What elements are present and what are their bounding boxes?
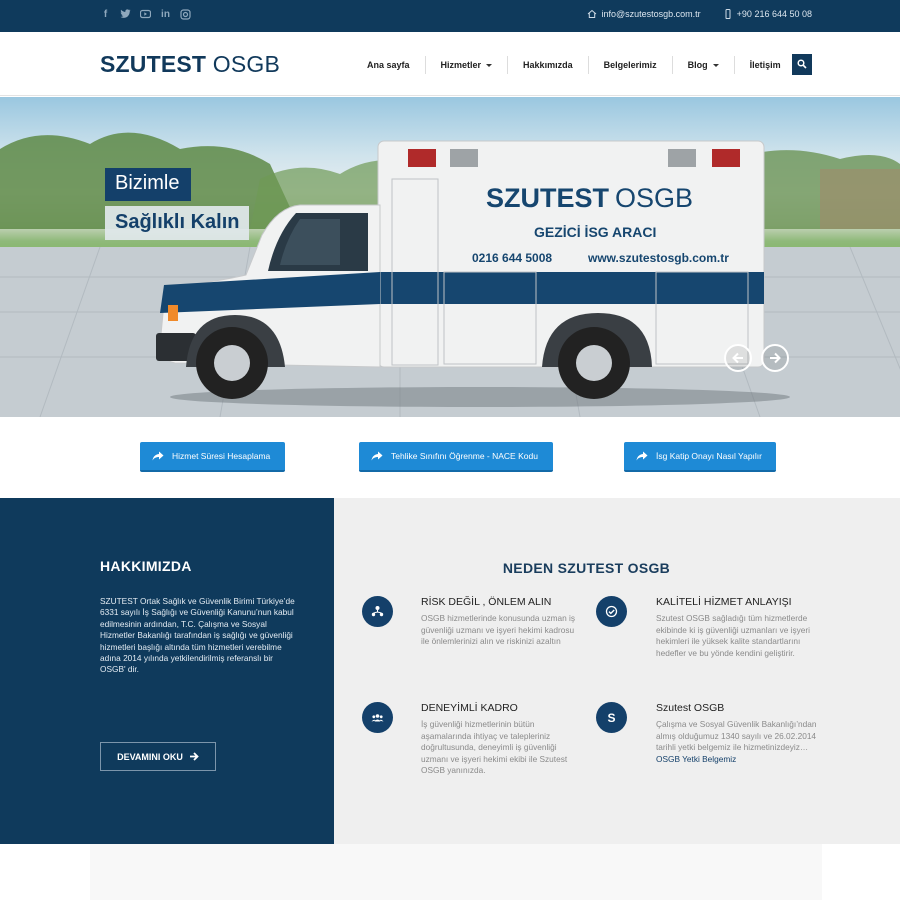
facebook-icon[interactable]: f <box>100 9 111 21</box>
twitter-icon[interactable] <box>120 9 131 21</box>
logo-light: OSGB <box>212 51 281 77</box>
arrow-right-icon <box>770 352 781 364</box>
feature-title: DENEYİMLİ KADRO <box>421 702 518 714</box>
email-text: info@szutestosgb.com.tr <box>601 9 701 19</box>
cta-service-duration-button[interactable]: Hizmet Süresi Hesaplama <box>140 442 285 472</box>
nav-label: İletişim <box>749 60 781 70</box>
authorization-doc-link[interactable]: OSGB Yetki Belgemiz <box>656 754 818 764</box>
feature-title: RİSK DEĞİL , ÖNLEM ALIN <box>421 596 552 608</box>
instagram-icon[interactable] <box>180 9 191 21</box>
feature-title: Szutest OSGB <box>656 702 725 714</box>
feature-text: Çalışma ve Sosyal Güvenlik Bakanlığı’nda… <box>656 719 817 753</box>
vehicle-subtitle: GEZİCİ İSG ARACI <box>534 224 656 240</box>
chevron-down-icon <box>486 64 493 68</box>
badge-check-icon <box>596 596 627 627</box>
arrow-right-icon <box>189 752 199 761</box>
nav-label: Hakkımızda <box>523 60 573 70</box>
youtube-icon[interactable] <box>139 9 152 21</box>
bottom-section <box>90 844 822 900</box>
feature-text: Szutest OSGB sağladığı tüm hizmetlerde e… <box>656 613 811 658</box>
cta-isg-katip-button[interactable]: İsg Katip Onayı Nasıl Yapılır <box>624 442 776 472</box>
nav-label: Ana sayfa <box>367 60 410 70</box>
cta-label: İsg Katip Onayı Nasıl Yapılır <box>656 451 762 461</box>
phone-link[interactable]: +90 216 644 50 08 <box>723 9 812 19</box>
slider-prev-button[interactable] <box>724 344 752 372</box>
feature-text: İş güvenliği hizmetlerinin bütün aşamala… <box>421 719 568 776</box>
about-section: HAKKIMIZDA SZUTEST Ortak Sağlık ve Güven… <box>0 498 334 844</box>
feature-text: OSGB hizmetlerinde konusunda uzman iş gü… <box>421 613 576 647</box>
logo-bold: SZUTEST <box>100 51 207 77</box>
users-hierarchy-icon <box>362 596 393 627</box>
share-arrow-icon <box>636 451 648 461</box>
hero-heading-line2: Sağlıklı Kalın <box>105 206 250 240</box>
vehicle-phone: 0216 644 5008 <box>472 251 552 265</box>
why-section: NEDEN SZUTEST OSGB RİSK DEĞİL , ÖNLEM AL… <box>334 498 900 844</box>
nav-item-blog[interactable]: Blog <box>671 56 734 74</box>
read-more-button[interactable]: DEVAMINI OKU <box>100 742 216 771</box>
search-button[interactable] <box>792 54 812 75</box>
feature-experience: DENEYİMLİ KADRO İş güvenliği hizmetlerin… <box>362 702 581 777</box>
nav-item-contact[interactable]: İletişim <box>733 56 796 74</box>
nav-item-home[interactable]: Ana sayfa <box>352 56 425 74</box>
nav-label: Belgelerimiz <box>603 60 657 70</box>
share-arrow-icon <box>371 451 383 461</box>
nav-item-services[interactable]: Hizmetler <box>424 56 508 74</box>
mobile-phone-icon <box>725 9 731 19</box>
feature-quality: KALİTELİ HİZMET ANLAYIŞI Szutest OSGB sa… <box>596 596 818 659</box>
nav-item-about[interactable]: Hakkımızda <box>507 56 588 74</box>
social-links: f in <box>100 9 191 21</box>
feature-risk: RİSK DEĞİL , ÖNLEM ALIN OSGB hizmetlerin… <box>362 596 581 648</box>
site-header: SZUTEST OSGB Ana sayfa Hizmetler Hakkımı… <box>0 32 900 96</box>
chevron-down-icon <box>712 64 719 68</box>
vehicle-brand: SZUTEST OSGB <box>486 183 693 213</box>
s-letter-icon: S <box>596 702 627 733</box>
search-icon <box>797 59 807 69</box>
read-more-label: DEVAMINI OKU <box>117 751 183 762</box>
arrow-left-icon <box>732 352 743 364</box>
team-icon <box>362 702 393 733</box>
feature-authorization: S Szutest OSGB Çalışma ve Sosyal Güvenli… <box>596 702 818 764</box>
cta-buttons: Hizmet Süresi Hesaplama Tehlike Sınıfını… <box>0 442 900 472</box>
top-bar: f in info@szutestosgb.com.tr +90 216 644… <box>0 0 900 32</box>
main-nav: Ana sayfa Hizmetler Hakkımızda Belgeleri… <box>352 56 796 74</box>
email-link[interactable]: info@szutestosgb.com.tr <box>587 9 701 19</box>
hero-slider: SZUTEST OSGB GEZİCİ İSG ARACI 0216 644 50… <box>0 97 900 417</box>
nav-item-documents[interactable]: Belgelerimiz <box>587 56 672 74</box>
mobile-health-vehicle: SZUTEST OSGB GEZİCİ İSG ARACI 0216 644 50… <box>156 140 790 407</box>
cta-hazard-class-button[interactable]: Tehlike Sınıfını Öğrenme - NACE Kodu <box>359 442 553 472</box>
share-arrow-icon <box>152 451 164 461</box>
about-title: HAKKIMIZDA <box>100 558 192 574</box>
site-logo[interactable]: SZUTEST OSGB <box>100 51 280 78</box>
svg-text:S: S <box>607 711 615 724</box>
home-icon <box>588 9 597 18</box>
about-text: SZUTEST Ortak Sağlık ve Güvenlik Birimi … <box>100 596 295 675</box>
feature-title: KALİTELİ HİZMET ANLAYIŞI <box>656 596 792 608</box>
slider-next-button[interactable] <box>761 344 789 372</box>
vehicle-website: www.szutestosgb.com.tr <box>587 251 729 265</box>
cta-label: Tehlike Sınıfını Öğrenme - NACE Kodu <box>391 451 538 461</box>
nav-label: Blog <box>687 60 708 70</box>
why-title: NEDEN SZUTEST OSGB <box>502 560 671 576</box>
contact-info: info@szutestosgb.com.tr +90 216 644 50 0… <box>587 9 812 19</box>
nav-label: Hizmetler <box>440 60 482 70</box>
hero-heading-line1: Bizimle <box>105 168 192 201</box>
linkedin-icon[interactable]: in <box>160 9 171 21</box>
cta-label: Hizmet Süresi Hesaplama <box>172 451 271 461</box>
phone-text: +90 216 644 50 08 <box>736 9 812 19</box>
